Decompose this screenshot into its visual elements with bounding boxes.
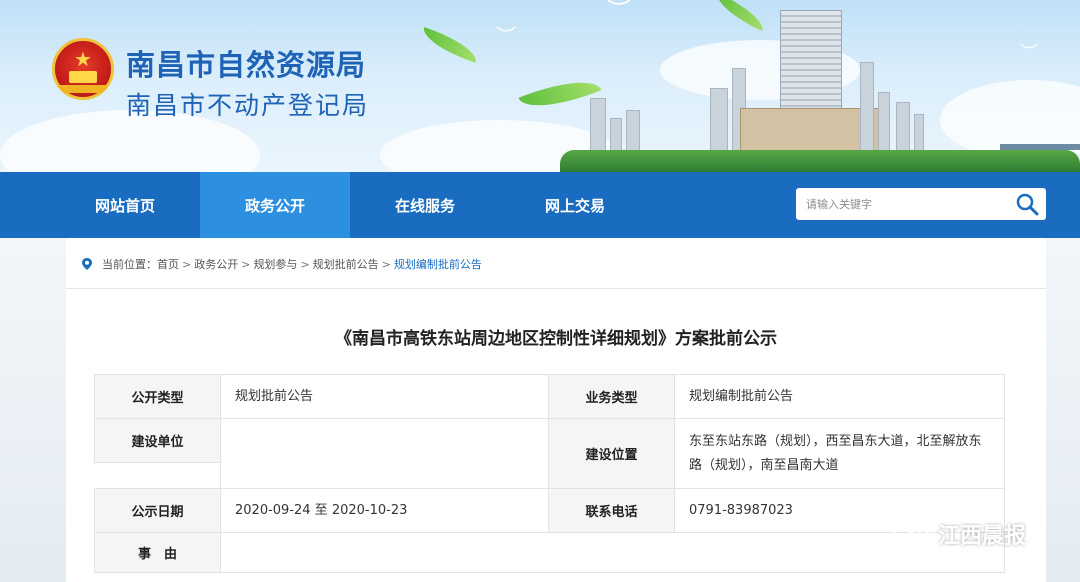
source-watermark: 江西晨报 <box>892 516 1026 552</box>
nav-item-government-affairs[interactable]: 政务公开 <box>200 172 350 238</box>
location-pin-icon <box>82 258 92 270</box>
contact-phone-label: 联系电话 <box>548 488 675 533</box>
table-row: 建设单位 建设位置 东至东站东路（规划），西至昌东大道，北至解放东路（规划），南… <box>94 418 1005 489</box>
publicity-date-value: 2020-09-24 至 2020-10-23 <box>220 488 549 533</box>
search-input[interactable] <box>796 188 1006 220</box>
breadcrumb-separator: > <box>241 257 251 271</box>
breadcrumb-prefix: 当前位置： <box>102 258 157 271</box>
search-box <box>796 188 1046 220</box>
search-icon <box>1016 193 1039 216</box>
construction-unit-label: 建设单位 <box>94 418 221 463</box>
breadcrumb-item-current[interactable]: 规划编制批前公告 <box>394 256 482 272</box>
breadcrumb-item-pre-approval-notice[interactable]: 规划批前公告 <box>313 256 379 272</box>
business-type-value: 规划编制批前公告 <box>674 374 1005 419</box>
nav-item-online-trading[interactable]: 网上交易 <box>500 172 650 238</box>
breadcrumb-separator: > <box>182 257 192 271</box>
table-row: 公示日期 2020-09-24 至 2020-10-23 联系电话 0791-8… <box>94 488 1005 533</box>
breadcrumb-item-government-affairs[interactable]: 政务公开 <box>194 256 238 272</box>
header-banner: ★ 南昌市自然资源局 南昌市不动产登记局 ︶ ︶ ︶ <box>0 0 1080 172</box>
breadcrumb-item-home[interactable]: 首页 <box>157 256 179 272</box>
reason-label: 事 由 <box>94 532 221 573</box>
leaf-decoration <box>418 27 482 63</box>
breadcrumb-separator: > <box>381 257 391 271</box>
construction-location-label: 建设位置 <box>548 418 675 489</box>
construction-unit-value <box>220 418 549 489</box>
star-icon: ★ <box>74 47 92 71</box>
construction-location-value: 东至东站东路（规划），西至昌东大道，北至解放东路（规划），南至昌南大道 <box>674 418 1005 489</box>
national-emblem-logo: ★ <box>52 38 114 100</box>
business-type-label: 业务类型 <box>548 374 675 419</box>
nav-item-online-services[interactable]: 在线服务 <box>350 172 500 238</box>
site-title: 南昌市自然资源局 <box>126 48 367 82</box>
breadcrumb-item-planning-participation[interactable]: 规划参与 <box>253 256 297 272</box>
breadcrumb: 当前位置： 首页 > 政务公开 > 规划参与 > 规划批前公告 > 规划编制批前… <box>80 256 482 272</box>
table-row: 公开类型 规划批前公告 业务类型 规划编制批前公告 <box>94 374 1005 419</box>
site-subtitle: 南昌市不动产登记局 <box>126 91 370 120</box>
info-table: 公开类型 规划批前公告 业务类型 规划编制批前公告 建设单位 建设位置 东至东站… <box>94 374 1005 573</box>
wechat-icon <box>892 519 932 548</box>
type-value: 规划批前公告 <box>220 374 549 419</box>
reason-value <box>220 532 1005 573</box>
bird-decoration: ︶ <box>496 24 516 48</box>
table-row: 事 由 <box>94 532 1005 573</box>
watermark-text: 江西晨报 <box>938 524 1027 549</box>
document-title: 《南昌市高铁东站周边地区控制性详细规划》方案批前公示 <box>335 329 777 349</box>
search-button[interactable] <box>1014 192 1040 216</box>
city-skyline-illustration <box>560 0 1080 172</box>
nav-item-home[interactable]: 网站首页 <box>50 172 200 238</box>
breadcrumb-separator: > <box>300 257 310 271</box>
divider <box>66 288 1046 289</box>
publicity-date-label: 公示日期 <box>94 488 221 533</box>
type-label: 公开类型 <box>94 374 221 419</box>
